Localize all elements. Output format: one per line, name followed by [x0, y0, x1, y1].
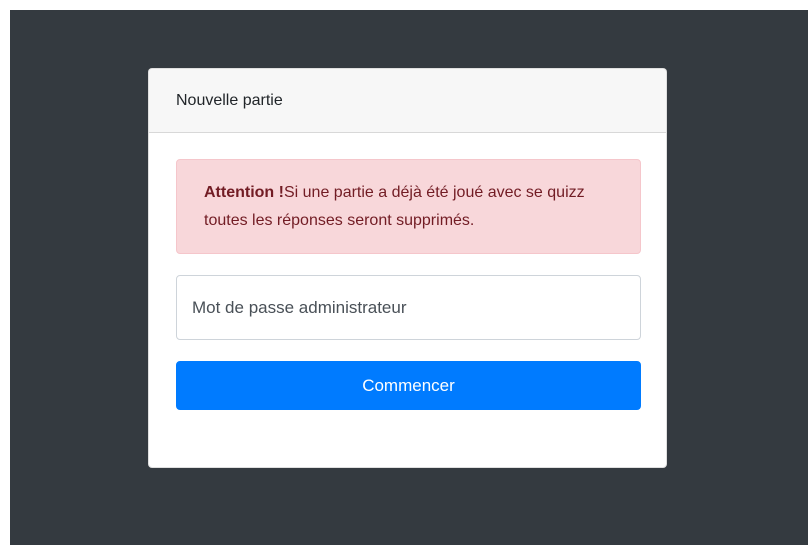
new-game-card: Nouvelle partie Attention !Si une partie… — [148, 68, 667, 468]
alert-title: Attention ! — [204, 184, 284, 201]
start-button[interactable]: Commencer — [176, 361, 641, 410]
card-title: Nouvelle partie — [176, 91, 283, 109]
admin-password-input[interactable] — [176, 275, 641, 340]
card-header: Nouvelle partie — [149, 69, 666, 133]
warning-alert: Attention !Si une partie a déjà été joué… — [176, 159, 641, 254]
card-body: Attention !Si une partie a déjà été joué… — [149, 133, 666, 410]
